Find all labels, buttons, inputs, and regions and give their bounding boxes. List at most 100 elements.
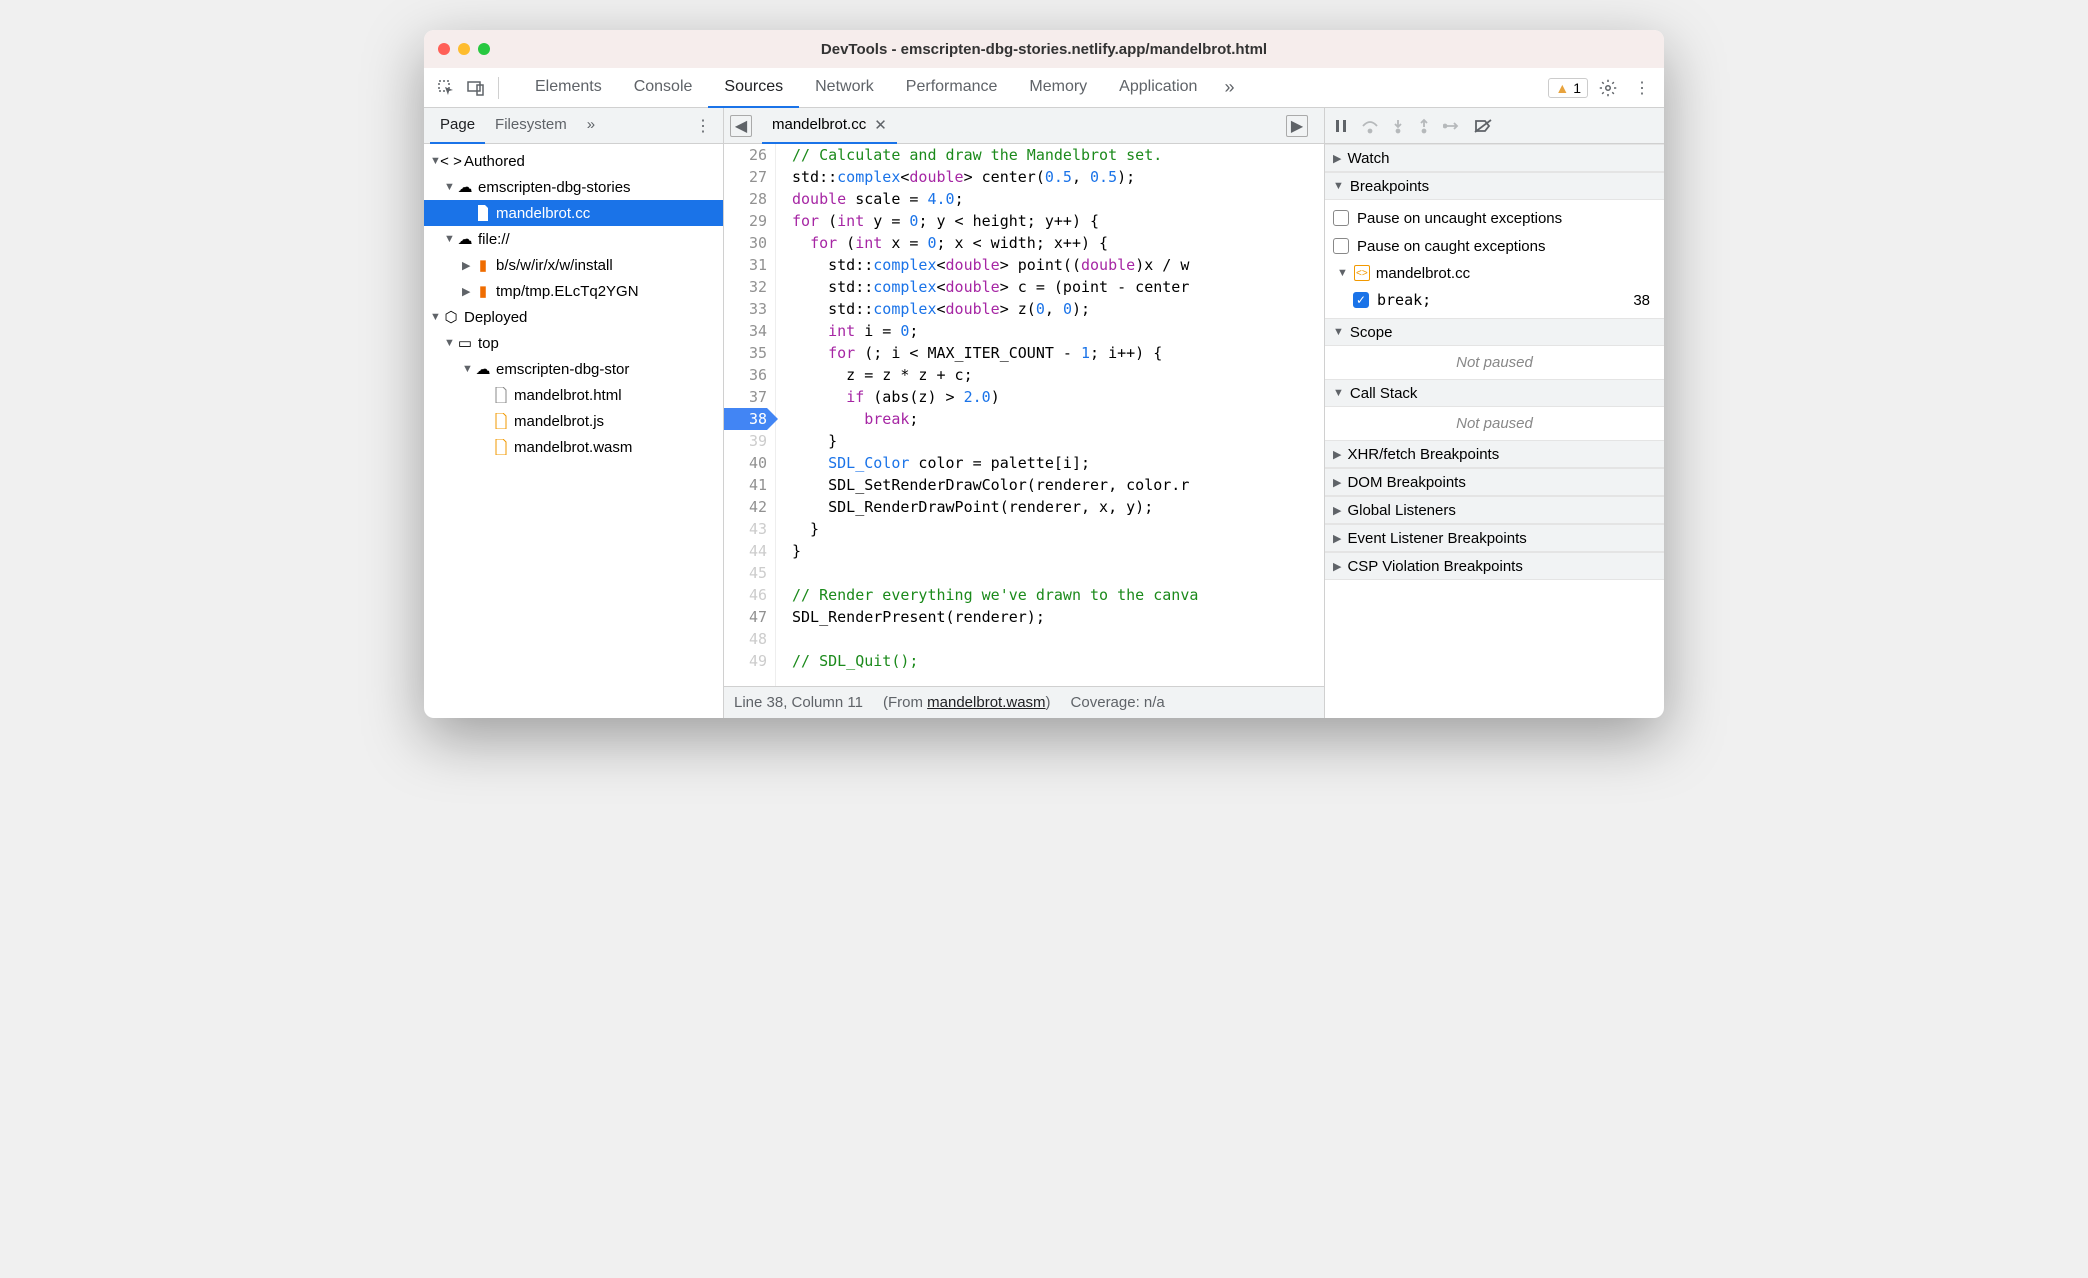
gutter-line[interactable]: 27 [724,166,767,188]
gutter-line[interactable]: 34 [724,320,767,342]
maximize-window-button[interactable] [478,43,490,55]
device-toggle-icon[interactable] [462,74,490,102]
code-line[interactable]: // SDL_Quit(); [792,650,1324,672]
gutter-line[interactable]: 46 [724,584,767,606]
step-over-icon[interactable] [1361,118,1379,134]
code-line[interactable]: for (; i < MAX_ITER_COUNT - 1; i++) { [792,342,1324,364]
code-line[interactable]: } [792,430,1324,452]
gutter-line[interactable]: 40 [724,452,767,474]
section-callstack[interactable]: ▼Call Stack [1325,379,1664,407]
pause-uncaught-checkbox[interactable]: Pause on uncaught exceptions [1333,204,1656,232]
code-line[interactable]: for (int y = 0; y < height; y++) { [792,210,1324,232]
checkbox-icon[interactable] [1333,210,1349,226]
gutter-line[interactable]: 28 [724,188,767,210]
code-line[interactable]: for (int x = 0; x < width; x++) { [792,232,1324,254]
tree-folder-tmp[interactable]: ▶▮tmp/tmp.ELcTq2YGN [424,278,723,304]
tree-file-js[interactable]: mandelbrot.js [424,408,723,434]
collapse-left-icon[interactable]: ◀ [730,115,752,137]
pause-caught-checkbox[interactable]: Pause on caught exceptions [1333,232,1656,260]
source-link[interactable]: mandelbrot.wasm [927,694,1045,711]
code-line[interactable]: std::complex<double> point((double)x / w [792,254,1324,276]
tree-folder-install[interactable]: ▶▮b/s/w/ir/x/w/install [424,252,723,278]
code-line[interactable]: std::complex<double> z(0, 0); [792,298,1324,320]
code-line[interactable]: std::complex<double> center(0.5, 0.5); [792,166,1324,188]
gutter-line[interactable]: 38 [724,408,767,430]
tab-sources[interactable]: Sources [708,68,799,108]
gutter-line[interactable]: 47 [724,606,767,628]
gutter-line[interactable]: 45 [724,562,767,584]
gutter-line[interactable]: 31 [724,254,767,276]
breakpoint-file[interactable]: ▼ <> mandelbrot.cc [1333,260,1656,286]
code-line[interactable]: if (abs(z) > 2.0) [792,386,1324,408]
gutter-line[interactable]: 33 [724,298,767,320]
tree-top[interactable]: ▼▭top [424,330,723,356]
tab-page[interactable]: Page [430,108,485,144]
kebab-menu-icon[interactable]: ⋮ [1628,74,1656,102]
gutter-line[interactable]: 39 [724,430,767,452]
gutter-line[interactable]: 36 [724,364,767,386]
code-line[interactable]: int i = 0; [792,320,1324,342]
warnings-badge[interactable]: ▲ 1 [1548,78,1588,98]
code-line[interactable]: break; [792,408,1324,430]
tab-console[interactable]: Console [618,68,709,108]
code-line[interactable]: double scale = 4.0; [792,188,1324,210]
line-gutter[interactable]: 2627282930313233343536373839404142434445… [724,144,776,686]
step-icon[interactable] [1443,119,1461,133]
close-window-button[interactable] [438,43,450,55]
code-line[interactable]: } [792,518,1324,540]
editor-tab-mandelbrot[interactable]: mandelbrot.cc ✕ [762,108,897,144]
tab-application[interactable]: Application [1103,68,1213,108]
deactivate-breakpoints-icon[interactable] [1473,118,1493,134]
sidebar-kebab-icon[interactable]: ⋮ [689,112,717,140]
gutter-line[interactable]: 30 [724,232,767,254]
tab-filesystem[interactable]: Filesystem [485,108,577,144]
code-line[interactable] [792,562,1324,584]
inspect-icon[interactable] [432,74,460,102]
step-into-icon[interactable] [1391,118,1405,134]
gutter-line[interactable]: 44 [724,540,767,562]
gutter-line[interactable]: 35 [724,342,767,364]
gutter-line[interactable]: 43 [724,518,767,540]
code-line[interactable]: SDL_RenderDrawPoint(renderer, x, y); [792,496,1324,518]
checkbox-checked-icon[interactable]: ✓ [1353,292,1369,308]
tree-site-authored[interactable]: ▼☁emscripten-dbg-stories [424,174,723,200]
tree-file-wasm[interactable]: mandelbrot.wasm [424,434,723,460]
tab-performance[interactable]: Performance [890,68,1014,108]
code-line[interactable]: // Render everything we've drawn to the … [792,584,1324,606]
gutter-line[interactable]: 26 [724,144,767,166]
section-xhr[interactable]: ▶XHR/fetch Breakpoints [1325,440,1664,468]
gutter-line[interactable]: 37 [724,386,767,408]
more-sidebar-tabs-icon[interactable]: » [577,108,605,144]
tree-file-mandelbrot-cc[interactable]: mandelbrot.cc [424,200,723,226]
settings-gear-icon[interactable] [1594,74,1622,102]
code-line[interactable] [792,628,1324,650]
code-lines[interactable]: // Calculate and draw the Mandelbrot set… [776,144,1324,686]
section-global[interactable]: ▶Global Listeners [1325,496,1664,524]
gutter-line[interactable]: 32 [724,276,767,298]
breakpoint-entry[interactable]: ✓ break; 38 [1333,286,1656,314]
gutter-line[interactable]: 29 [724,210,767,232]
checkbox-icon[interactable] [1333,238,1349,254]
minimize-window-button[interactable] [458,43,470,55]
tree-file-html[interactable]: mandelbrot.html [424,382,723,408]
gutter-line[interactable]: 48 [724,628,767,650]
section-csp[interactable]: ▶CSP Violation Breakpoints [1325,552,1664,580]
section-event[interactable]: ▶Event Listener Breakpoints [1325,524,1664,552]
code-line[interactable]: // Calculate and draw the Mandelbrot set… [792,144,1324,166]
section-watch[interactable]: ▶Watch [1325,144,1664,172]
code-line[interactable]: SDL_SetRenderDrawColor(renderer, color.r [792,474,1324,496]
tab-elements[interactable]: Elements [519,68,618,108]
code-area[interactable]: 2627282930313233343536373839404142434445… [724,144,1324,686]
more-tabs-chevron-icon[interactable]: » [1215,74,1243,102]
code-line[interactable]: } [792,540,1324,562]
gutter-line[interactable]: 42 [724,496,767,518]
tree-deployed[interactable]: ▼⬡Deployed [424,304,723,330]
code-line[interactable]: std::complex<double> c = (point - center [792,276,1324,298]
section-scope[interactable]: ▼Scope [1325,318,1664,346]
step-out-icon[interactable] [1417,118,1431,134]
pause-icon[interactable] [1333,118,1349,134]
code-line[interactable]: SDL_RenderPresent(renderer); [792,606,1324,628]
gutter-line[interactable]: 49 [724,650,767,672]
tree-file-proto[interactable]: ▼☁file:// [424,226,723,252]
close-tab-icon[interactable]: ✕ [874,116,887,134]
